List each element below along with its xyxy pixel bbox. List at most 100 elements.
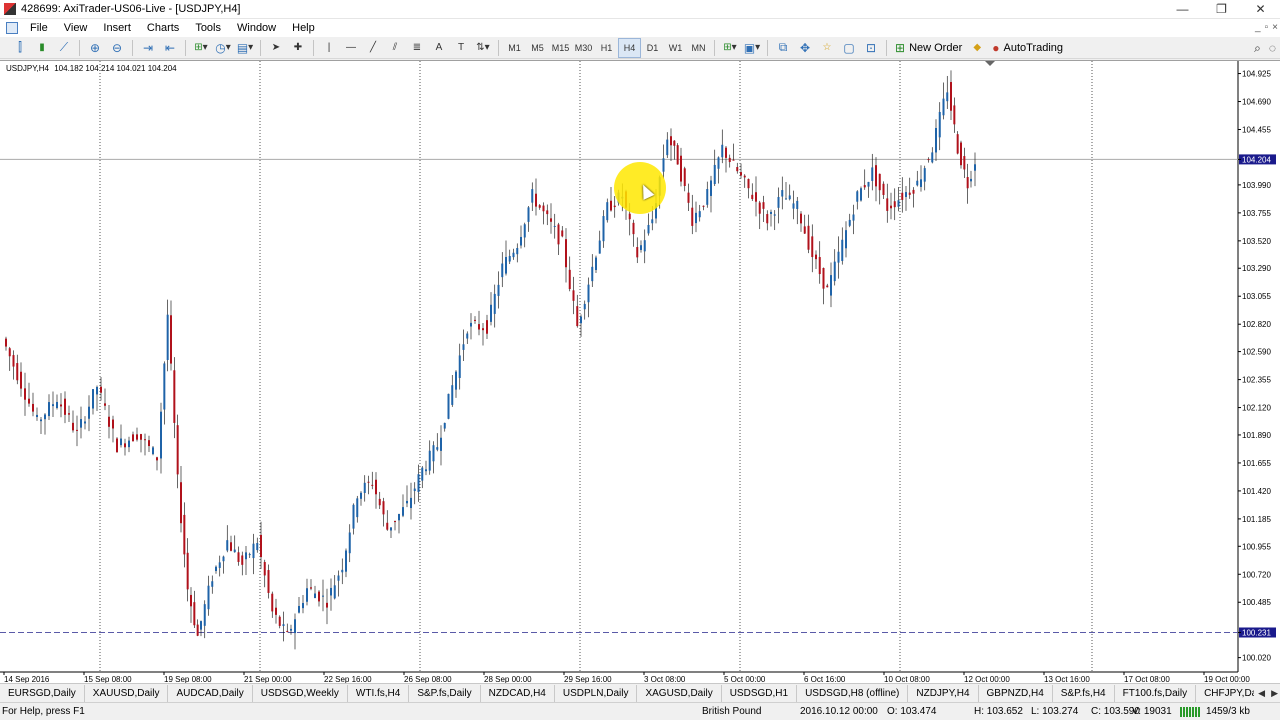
bull-candle <box>410 497 412 509</box>
menu-insert[interactable]: Insert <box>95 19 139 37</box>
chart-tab[interactable]: WTI.fs,H4 <box>348 684 410 702</box>
line-chart-icon[interactable]: ⟋ <box>53 38 75 58</box>
periods-icon[interactable]: ◷ ▾ <box>212 38 234 58</box>
bear-candle <box>278 616 281 626</box>
period-w1[interactable]: W1 <box>664 38 687 58</box>
arrows-icon[interactable]: ⇅▾ <box>472 38 494 58</box>
status-profile[interactable]: British Pound <box>702 706 761 717</box>
price-tick-label: 103.290 <box>1242 264 1271 273</box>
vertical-line-icon[interactable]: | <box>318 38 340 58</box>
chart-window-icon[interactable] <box>6 22 18 34</box>
bar-chart-icon[interactable]: ⫿ <box>9 38 31 58</box>
bear-candle <box>24 388 26 400</box>
bull-candle <box>662 158 665 172</box>
period-m15[interactable]: M15 <box>549 38 572 58</box>
doc-minimize-button[interactable]: _ <box>1255 19 1261 37</box>
bear-candle <box>826 285 829 288</box>
chat-icon[interactable]: ◌ <box>1269 41 1276 55</box>
tab-scroll-right-icon[interactable]: ▶ <box>1271 684 1278 702</box>
strategy-tester-icon[interactable]: ⊡ <box>860 38 882 58</box>
templates-icon[interactable]: ▤ ▾ <box>234 38 256 58</box>
chart-tab[interactable]: FT100.fs,Daily <box>1115 684 1197 702</box>
chart-tab[interactable]: USDSGD,Weekly <box>253 684 348 702</box>
indicators-icon[interactable]: ⊞ ▾ <box>190 38 212 58</box>
menu-window[interactable]: Window <box>229 19 284 37</box>
terminal-icon[interactable]: ▢ <box>838 38 860 58</box>
chart-tab[interactable]: USDPLN,Daily <box>555 684 638 702</box>
bear-candle <box>803 226 806 234</box>
search-icon[interactable]: ⌕ <box>1254 41 1261 56</box>
bear-candle <box>190 594 192 607</box>
chart-tab[interactable]: GBPNZD,H4 <box>979 684 1053 702</box>
price-tick-label: 104.455 <box>1242 126 1271 135</box>
fibonacci-icon[interactable]: ≣ <box>406 38 428 58</box>
market-watch-icon[interactable]: ⧉ <box>772 38 794 58</box>
bull-candle <box>40 419 42 422</box>
trendline-icon[interactable]: ╱ <box>362 38 384 58</box>
horizontal-line-icon[interactable]: — <box>340 38 362 58</box>
chart-tab[interactable]: XAGUSD,Daily <box>637 684 722 702</box>
chart-shift-icon[interactable]: ⇤ <box>159 38 181 58</box>
maximize-button[interactable]: ❐ <box>1202 0 1241 19</box>
navigator-icon[interactable]: ✥ <box>794 38 816 58</box>
auto-scroll-icon[interactable]: ⇥ <box>137 38 159 58</box>
price-tick-label: 101.185 <box>1242 515 1271 524</box>
zoom-in-icon[interactable]: ⊕ <box>84 38 106 58</box>
text-icon[interactable]: A <box>428 38 450 58</box>
bear-candle <box>326 602 328 608</box>
period-h4[interactable]: H4 <box>618 37 641 58</box>
bear-candle <box>751 194 754 200</box>
zoom-out-icon[interactable]: ⊖ <box>106 38 128 58</box>
chart-symbol: USDJPY,H4 <box>6 64 49 73</box>
tab-scroll-left-icon[interactable]: ◀ <box>1258 684 1265 702</box>
chart-tab[interactable]: S&P.fs,Daily <box>409 684 481 702</box>
cursor-icon[interactable]: ➤ <box>265 38 287 58</box>
close-button[interactable]: ✕ <box>1241 0 1280 19</box>
minimize-button[interactable]: — <box>1163 0 1202 19</box>
menu-charts[interactable]: Charts <box>139 19 187 37</box>
chart-tab[interactable]: NZDCAD,H4 <box>481 684 555 702</box>
candlestick-icon[interactable]: ▮ <box>31 38 53 58</box>
text-label-icon[interactable]: T <box>450 38 472 58</box>
autotrading-button[interactable]: ● AutoTrading <box>988 38 1067 58</box>
bull-candle <box>946 92 949 102</box>
profiles-icon[interactable]: ▣ ▾ <box>741 38 763 58</box>
metaeditor-icon[interactable]: ◆ <box>966 38 988 58</box>
bear-candle <box>378 498 381 506</box>
window-controls: — ❐ ✕ <box>1163 0 1280 19</box>
bull-candle <box>970 178 972 182</box>
period-m30[interactable]: M30 <box>572 38 595 58</box>
bear-candle <box>743 175 746 178</box>
bear-candle <box>230 542 232 551</box>
bear-candle <box>557 224 560 245</box>
chart-tab[interactable]: EURSGD,Daily <box>0 684 85 702</box>
menu-file[interactable]: File <box>22 19 56 37</box>
chart-tab[interactable]: USDSGD,H8 (offline) <box>797 684 909 702</box>
period-mn[interactable]: MN <box>687 38 710 58</box>
chart-tab[interactable]: AUDCAD,Daily <box>168 684 253 702</box>
period-m5[interactable]: M5 <box>526 38 549 58</box>
bull-candle <box>211 581 214 587</box>
chart-tab[interactable]: S&P.fs,H4 <box>1053 684 1115 702</box>
menu-help[interactable]: Help <box>284 19 323 37</box>
toolbar-right: ⌕ ◌ <box>1254 37 1276 59</box>
crosshair-icon[interactable]: ✚ <box>287 38 309 58</box>
period-m1[interactable]: M1 <box>503 38 526 58</box>
doc-restore-button[interactable]: ▫ <box>1265 19 1269 37</box>
chart-tab[interactable]: USDSGD,H1 <box>722 684 798 702</box>
period-d1[interactable]: D1 <box>641 38 664 58</box>
new-chart-icon[interactable]: ⊞ ▾ <box>719 38 741 58</box>
menu-tools[interactable]: Tools <box>187 19 229 37</box>
new-order-button[interactable]: ⊞ New Order <box>891 38 966 58</box>
chart-tab[interactable]: NZDJPY,H4 <box>908 684 979 702</box>
chart-area[interactable]: USDJPY,H4 104.182 104.214 104.021 104.20… <box>0 60 1280 684</box>
bull-candle <box>390 527 392 531</box>
candlestick-chart[interactable]: 104.925 104.690 104.455 104.204 103.990 103.7… <box>0 61 1280 684</box>
period-h1[interactable]: H1 <box>595 38 618 58</box>
doc-close-button[interactable]: × <box>1272 19 1278 37</box>
menu-view[interactable]: View <box>56 19 96 37</box>
bull-candle <box>294 619 296 634</box>
equidistant-channel-icon[interactable]: ⫽ <box>384 38 406 58</box>
chart-tab[interactable]: XAUUSD,Daily <box>85 684 169 702</box>
favorites-icon[interactable]: ☆ <box>816 38 838 58</box>
